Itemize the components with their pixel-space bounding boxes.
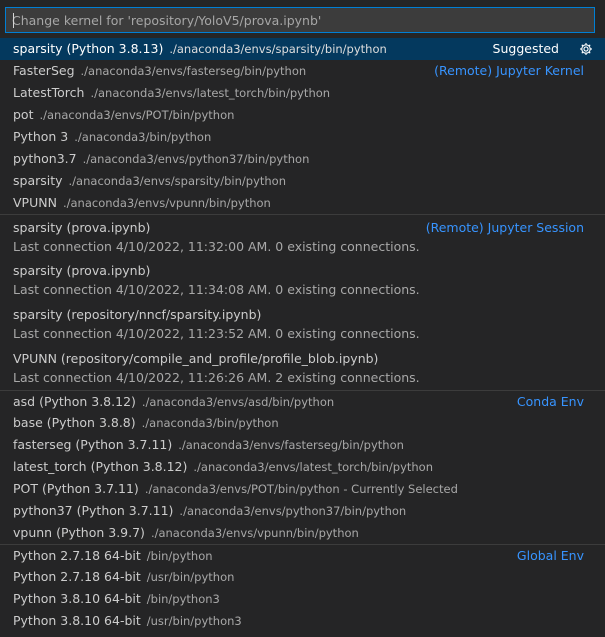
kernel-item-path: /usr/bin/python3 <box>146 614 242 628</box>
kernel-item-conda[interactable]: vpunn (Python 3.9.7) ./anaconda3/envs/vpu… <box>0 522 605 544</box>
kernel-item-remote[interactable]: VPUNN ./anaconda3/envs/vpunn/bin/python <box>0 192 605 214</box>
kernel-item-conda[interactable]: python37 (Python 3.7.11) ./anaconda3/envs… <box>0 500 605 522</box>
kernel-item-conda[interactable]: asd (Python 3.8.12) ./anaconda3/envs/asd/… <box>0 390 605 412</box>
kernel-item-label: Python 3 <box>13 129 69 144</box>
session-item[interactable]: sparsity (prova.ipynb) Last connection 4… <box>0 214 605 258</box>
suggested-tag: Suggested <box>492 41 559 56</box>
kernel-item-remote[interactable]: FasterSeg ./anaconda3/envs/fasterseg/bin/… <box>0 60 605 82</box>
session-item-detail: Last connection 4/10/2022, 11:23:52 AM. … <box>13 326 420 341</box>
kernel-item-label: Python 2.7.18 64-bit <box>13 548 141 563</box>
session-item-detail: Last connection 4/10/2022, 11:26:26 AM. … <box>13 370 420 385</box>
kernel-item-path: ./anaconda3/bin/python <box>74 130 212 144</box>
kernel-item-label: sparsity <box>13 173 63 188</box>
kernel-item-path: /usr/bin/python <box>146 570 235 584</box>
gear-icon[interactable] <box>579 42 593 56</box>
kernel-item-label: base (Python 3.8.8) <box>13 415 136 430</box>
text-caret <box>13 13 14 28</box>
kernel-item-path: ./anaconda3/envs/latest_torch/bin/python <box>90 86 331 100</box>
session-item[interactable]: sparsity (repository/nncf/sparsity.ipynb… <box>0 302 605 346</box>
kernel-item-conda[interactable]: base (Python 3.8.8) ./anaconda3/bin/pytho… <box>0 412 605 434</box>
kernel-item-path: ./anaconda3/envs/vpunn/bin/python <box>62 196 271 210</box>
kernel-item-path: ./anaconda3/envs/python37/bin/python <box>82 152 310 166</box>
kernel-item-path: /bin/python <box>146 549 213 563</box>
kernel-item-path: ./anaconda3/bin/python <box>141 416 279 430</box>
kernel-item-remote[interactable]: python3.7 ./anaconda3/envs/python37/bin/p… <box>0 148 605 170</box>
kernel-item-label: LatestTorch <box>13 85 85 100</box>
kernel-item-path: ./anaconda3/envs/fasterseg/bin/python <box>80 64 307 78</box>
kernel-item-suggested[interactable]: sparsity (Python 3.8.13) ./anaconda3/envs… <box>0 38 605 60</box>
kernel-item-label: asd (Python 3.8.12) <box>13 394 136 409</box>
session-item[interactable]: sparsity (prova.ipynb) Last connection 4… <box>0 258 605 302</box>
kernel-item-path: /bin/python3 <box>146 592 220 606</box>
kernel-item-conda[interactable]: fasterseg (Python 3.7.11) ./anaconda3/env… <box>0 434 605 456</box>
kernel-item-label: python37 (Python 3.7.11) <box>13 503 174 518</box>
group-label-remote-session: (Remote) Jupyter Session <box>425 220 584 235</box>
kernel-item-label: python3.7 <box>13 151 77 166</box>
kernel-item-remote[interactable]: Python 3 ./anaconda3/bin/python <box>0 126 605 148</box>
kernel-item-label: fasterseg (Python 3.7.11) <box>13 437 173 452</box>
kernel-item-path: ./anaconda3/envs/POT/bin/python <box>39 108 235 122</box>
kernel-item-path: ./anaconda3/envs/sparsity/bin/python <box>68 174 286 188</box>
kernel-item-path: ./anaconda3/envs/vpunn/bin/python <box>150 526 359 540</box>
group-label-remote-kernel: (Remote) Jupyter Kernel <box>434 63 584 78</box>
kernel-item-label: vpunn (Python 3.9.7) <box>13 525 145 540</box>
kernel-item-label: Python 3.8.10 64-bit <box>13 591 141 606</box>
kernel-item-conda[interactable]: latest_torch (Python 3.8.12) ./anaconda3/… <box>0 456 605 478</box>
kernel-item-label: FasterSeg <box>13 63 75 78</box>
kernel-item-path: ./anaconda3/envs/fasterseg/bin/python <box>178 438 404 452</box>
session-item-label: VPUNN (repository/compile_and_profile/pr… <box>13 351 379 366</box>
kernel-item-remote[interactable]: sparsity ./anaconda3/envs/sparsity/bin/py… <box>0 170 605 192</box>
kernel-item-path: ./anaconda3/envs/latest_torch/bin/python <box>193 460 433 474</box>
kernel-item-path: ./anaconda3/envs/python37/bin/python <box>179 504 407 518</box>
kernel-item-global[interactable]: Python 3.8.10 64-bit/usr/bin/python3 <box>0 610 605 632</box>
group-label-global-env: Global Env <box>516 548 584 563</box>
kernel-item-global[interactable]: Python 3.8.10 64-bit/bin/python3 <box>0 588 605 610</box>
kernel-item-conda[interactable]: POT (Python 3.7.11) ./anaconda3/envs/POT/… <box>0 478 605 500</box>
session-item[interactable]: VPUNN (repository/compile_and_profile/pr… <box>0 346 605 390</box>
kernel-item-remote[interactable]: pot ./anaconda3/envs/POT/bin/python <box>0 104 605 126</box>
kernel-filter-input[interactable] <box>6 8 594 32</box>
session-item-label: sparsity (prova.ipynb) <box>13 263 151 278</box>
kernel-list: sparsity (Python 3.8.13) ./anaconda3/envs… <box>0 38 605 632</box>
kernel-item-global[interactable]: Python 2.7.18 64-bit/bin/python Global E… <box>0 544 605 566</box>
kernel-item-label: sparsity (Python 3.8.13) <box>13 41 164 56</box>
kernel-item-label: Python 2.7.18 64-bit <box>13 569 141 584</box>
kernel-item-label: POT (Python 3.7.11) <box>13 481 139 496</box>
kernel-item-global[interactable]: Python 2.7.18 64-bit/usr/bin/python <box>0 566 605 588</box>
kernel-filter-input-box[interactable] <box>5 7 595 33</box>
kernel-item-label: Python 3.8.10 64-bit <box>13 613 141 628</box>
session-item-label: sparsity (repository/nncf/sparsity.ipynb… <box>13 307 262 322</box>
kernel-item-label: latest_torch (Python 3.8.12) <box>13 459 188 474</box>
kernel-quick-pick: sparsity (Python 3.8.13) ./anaconda3/envs… <box>0 0 605 637</box>
group-label-conda-env: Conda Env <box>516 394 584 409</box>
kernel-item-path: ./anaconda3/envs/asd/bin/python <box>141 395 335 409</box>
kernel-item-label: pot <box>13 107 34 122</box>
kernel-item-path: ./anaconda3/envs/POT/bin/python - Curren… <box>144 482 458 496</box>
session-item-detail: Last connection 4/10/2022, 11:34:08 AM. … <box>13 282 420 297</box>
kernel-item-path: ./anaconda3/envs/sparsity/bin/python <box>169 42 387 56</box>
session-item-detail: Last connection 4/10/2022, 11:32:00 AM. … <box>13 239 420 254</box>
kernel-item-remote[interactable]: LatestTorch ./anaconda3/envs/latest_torch… <box>0 82 605 104</box>
kernel-item-label: VPUNN <box>13 195 57 210</box>
